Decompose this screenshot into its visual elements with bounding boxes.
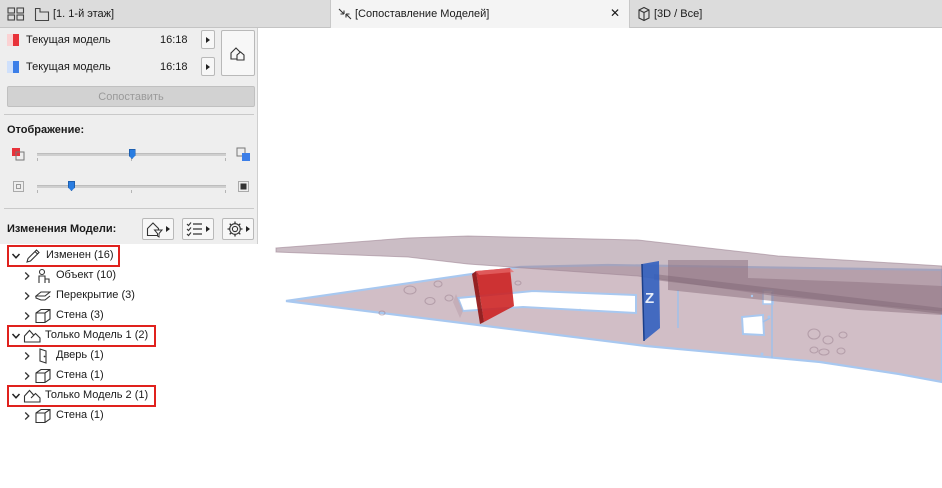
close-icon[interactable]: ✕ [610,7,620,19]
model-changes-title: Изменения Модели: [7,223,117,235]
tree-item-label: Стена (1) [56,369,104,381]
tab-floor-plan[interactable]: [1. 1-й этаж] [0,0,330,28]
tree-item-label: Стена (1) [56,409,104,421]
cube-3d-icon [638,6,650,22]
tree-item-wall[interactable]: Стена (1) [0,406,258,426]
model-row-1: Текущая модель 16:18 [0,28,220,52]
transparency-slider-row [0,177,258,197]
transparency-track[interactable] [37,185,226,188]
highlight-box [7,245,120,267]
display-section-title: Отображение: [7,124,85,136]
tree-item-slab[interactable]: Перекрытие (3) [0,286,258,306]
tree-item-label: Перекрытие (3) [56,289,135,301]
swap-models-icon [230,47,245,61]
model-1-swatch [7,34,19,46]
tab-label: [3D / Все] [654,8,703,20]
model-2-menu-button[interactable] [201,57,215,76]
tab-bar: [1. 1-й этаж] [Сопоставление Моделей] ✕ … [0,0,942,28]
dropdown-caret [166,226,170,232]
tree-item-object[interactable]: Объект (10) [0,266,258,286]
model-compare-panel: Текущая модель 16:18 Текущая модель 16:1… [0,28,258,488]
tree-item-label: Дверь (1) [56,349,104,361]
axis-letter: Z [645,290,654,307]
chevron-right-icon[interactable] [22,351,32,361]
tree-item-label: Объект (10) [56,269,117,281]
changes-tree: Изменен (16) Объект (10) Перекрытие (3) … [0,244,258,488]
list-icon [186,222,202,237]
filter-button[interactable] [142,218,174,240]
settings-icon [227,221,243,237]
wall-icon [35,308,51,324]
floor-plan-icon [34,7,50,21]
object-icon [38,268,50,283]
model-2-name: Текущая модель [26,61,111,73]
color-blend-slider-row [0,145,258,165]
dropdown-caret [206,226,210,232]
tab-label: [1. 1-й этаж] [53,8,115,20]
model-1-color-icon [12,148,25,161]
opaque-icon [238,181,249,192]
tree-item-wall[interactable]: Стена (1) [0,366,258,386]
grid-view-icon[interactable] [7,7,25,21]
chevron-right-icon[interactable] [22,411,32,421]
model-1-time: 16:18 [160,34,188,46]
wall-icon [35,368,51,384]
highlight-box [7,385,156,407]
chevron-right-icon[interactable] [22,311,32,321]
chevron-right-icon[interactable] [22,271,32,281]
3d-model-render[interactable]: Z [258,28,942,488]
model-1-name: Текущая модель [26,34,111,46]
divider [4,114,254,115]
slider-ticks [37,190,226,193]
model-2-swatch [7,61,19,73]
3d-viewport[interactable]: Z [258,28,942,488]
chevron-right-icon[interactable] [22,371,32,381]
compare-arrows-icon [338,8,352,20]
compare-button[interactable]: Сопоставить [7,86,255,107]
slab-opening [740,313,766,337]
model-1-menu-button[interactable] [201,30,215,49]
transparent-icon [13,181,24,192]
door-icon [39,348,47,364]
model-2-color-icon [236,147,250,161]
list-options-button[interactable] [182,218,214,240]
settings-button[interactable] [222,218,254,240]
model-row-2: Текущая модель 16:18 [0,55,220,79]
model-2-time: 16:18 [160,61,188,73]
tree-item-wall[interactable]: Стена (3) [0,306,258,326]
highlight-box [7,325,156,347]
filter-icon [146,221,164,238]
divider [4,208,254,209]
tab-3d[interactable]: [3D / Все] [630,0,942,28]
wall-icon [35,408,51,424]
tab-label: [Сопоставление Моделей] [355,8,490,20]
slab-icon [35,291,51,301]
tree-item-label: Стена (3) [56,309,104,321]
swap-models-button[interactable] [221,30,255,76]
tree-item-door[interactable]: Дверь (1) [0,346,258,366]
tab-model-compare[interactable]: [Сопоставление Моделей] ✕ [330,0,630,28]
dropdown-caret [246,226,250,232]
chevron-right-icon[interactable] [22,291,32,301]
